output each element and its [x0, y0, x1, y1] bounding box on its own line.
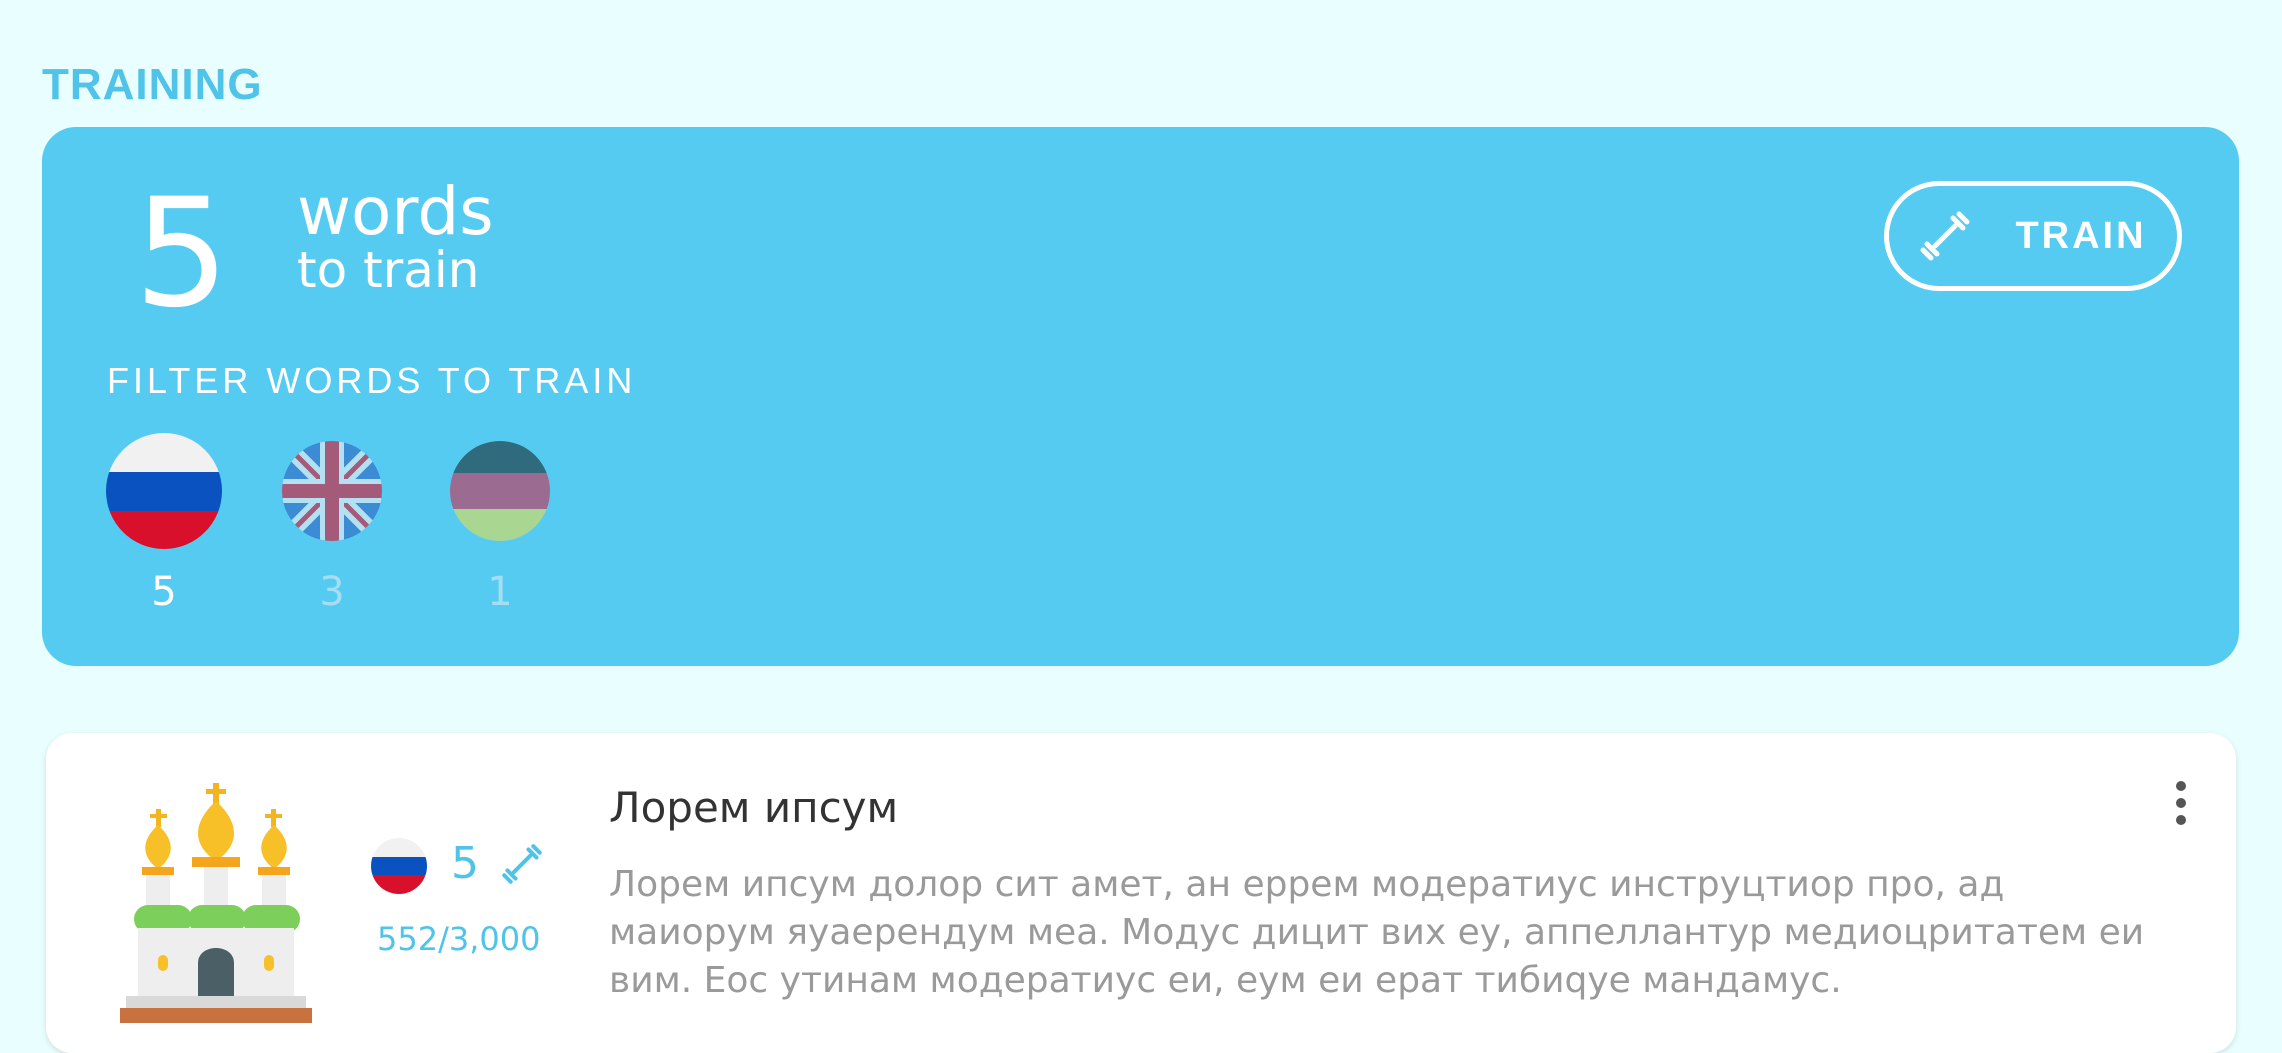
words-to-train-count: 5: [134, 167, 230, 341]
dumbbell-icon: [502, 844, 542, 884]
tricolor-flag-icon: [450, 441, 550, 541]
word-count: 5: [451, 838, 479, 889]
training-card: 5 words to train TRAIN FILTER WORDS TO T…: [42, 127, 2239, 666]
course-card[interactable]: 5 552/3,000 Лорем ипсум Лорем ипсум доло…: [46, 733, 2236, 1053]
more-vert-icon: [2176, 815, 2186, 825]
filter-label: FILTER WORDS TO TRAIN: [107, 360, 637, 401]
cathedral-icon: [120, 783, 312, 1023]
russia-flag-icon: [106, 433, 222, 549]
more-vert-icon: [2176, 781, 2186, 791]
filter-tricolor[interactable]: 1: [435, 433, 565, 615]
progress-text: 552/3,000: [377, 920, 541, 958]
filter-english[interactable]: 3: [267, 433, 397, 615]
course-description: Лорем ипсум долор сит амет, ан еррем мод…: [609, 864, 2145, 1001]
dumbbell-icon: [1920, 211, 1970, 261]
flag-count: 1: [487, 569, 513, 615]
course-title: Лорем ипсум: [609, 783, 899, 832]
train-button[interactable]: TRAIN: [1884, 181, 2182, 291]
more-options-button[interactable]: [2161, 773, 2201, 833]
more-vert-icon: [2176, 798, 2186, 808]
russia-flag-icon: [371, 838, 427, 894]
filter-russian[interactable]: 5: [99, 433, 229, 615]
to-train-label: to train: [297, 241, 480, 299]
section-title: TRAINING: [42, 60, 263, 109]
uk-flag-icon: [282, 441, 382, 541]
words-label: words: [297, 173, 494, 250]
train-button-label: TRAIN: [2015, 214, 2147, 257]
flag-count: 5: [151, 569, 177, 615]
flag-count: 3: [319, 569, 345, 615]
